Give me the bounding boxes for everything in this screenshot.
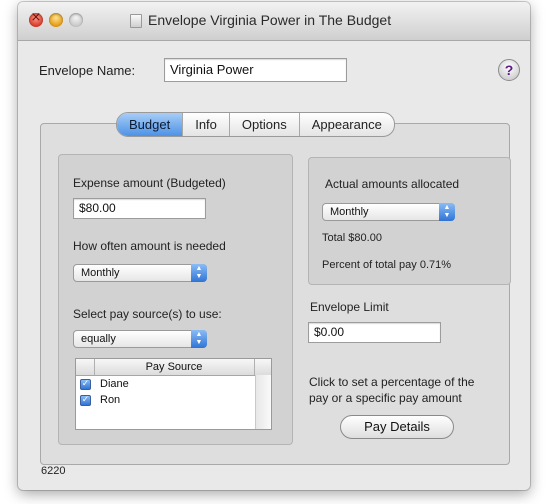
envelope-name-label: Envelope Name: — [39, 63, 136, 78]
how-often-label: How often amount is needed — [73, 239, 226, 253]
actual-amounts-title: Actual amounts allocated — [325, 177, 460, 191]
pay-source-value: equally — [81, 333, 116, 345]
how-often-popup[interactable]: Monthly ▲ ▼ — [73, 264, 207, 282]
envelope-id: 6220 — [41, 465, 66, 477]
tab-info[interactable]: Info — [183, 113, 230, 136]
percent-of-pay-text: Percent of total pay 0.71% — [322, 259, 452, 271]
actual-period-value: Monthly — [330, 206, 369, 218]
pay-source-popup[interactable]: equally ▲ ▼ — [73, 330, 207, 348]
close-icon[interactable] — [29, 10, 43, 27]
expense-field[interactable]: $80.00 — [73, 198, 206, 219]
table-header: Pay Source — [76, 359, 271, 376]
table-row[interactable]: ✓ Ron — [76, 393, 254, 408]
checkbox-column-header[interactable] — [76, 359, 95, 375]
pay-source-name: Ron — [100, 394, 121, 406]
pay-source-column-header[interactable]: Pay Source — [94, 359, 255, 375]
minimize-icon[interactable] — [49, 13, 63, 27]
checkmark-icon[interactable]: ✓ — [80, 379, 91, 390]
total-text: Total $80.00 — [322, 232, 382, 244]
pay-details-hint-line2: pay or a specific pay amount — [309, 391, 462, 405]
updown-arrows-icon: ▲ ▼ — [191, 264, 207, 282]
tab-appearance[interactable]: Appearance — [300, 113, 394, 136]
pay-source-label: Select pay source(s) to use: — [73, 307, 222, 321]
table-scrollbar[interactable] — [255, 375, 271, 429]
tab-bar: Budget Info Options Appearance — [116, 112, 395, 137]
updown-arrows-icon: ▲ ▼ — [191, 330, 207, 348]
how-often-value: Monthly — [81, 267, 120, 279]
envelope-limit-field[interactable]: $0.00 — [308, 322, 441, 343]
checkmark-icon[interactable]: ✓ — [80, 395, 91, 406]
envelope-name-field[interactable]: Virginia Power — [164, 58, 347, 82]
pay-details-button[interactable]: Pay Details — [340, 415, 454, 439]
table-row[interactable]: ✓ Diane — [76, 377, 254, 392]
expense-label: Expense amount (Budgeted) — [73, 176, 226, 190]
title-bar[interactable]: Envelope Virginia Power in The Budget — [18, 2, 530, 41]
envelope-window: Envelope Virginia Power in The Budget En… — [18, 2, 530, 490]
actual-period-popup[interactable]: Monthly ▲ ▼ — [322, 203, 455, 221]
pay-source-name: Diane — [100, 378, 129, 390]
pay-source-table: Pay Source ✓ Diane ✓ Ron — [75, 358, 272, 430]
pay-details-hint-line1: Click to set a percentage of the — [309, 375, 475, 389]
document-icon — [130, 14, 142, 28]
help-icon[interactable]: ? — [498, 59, 520, 81]
updown-arrows-icon: ▲ ▼ — [439, 203, 455, 221]
window-title: Envelope Virginia Power in The Budget — [148, 12, 392, 28]
tab-options[interactable]: Options — [230, 113, 300, 136]
tab-budget[interactable]: Budget — [117, 113, 184, 136]
envelope-limit-label: Envelope Limit — [310, 300, 389, 314]
zoom-icon[interactable] — [69, 13, 83, 27]
